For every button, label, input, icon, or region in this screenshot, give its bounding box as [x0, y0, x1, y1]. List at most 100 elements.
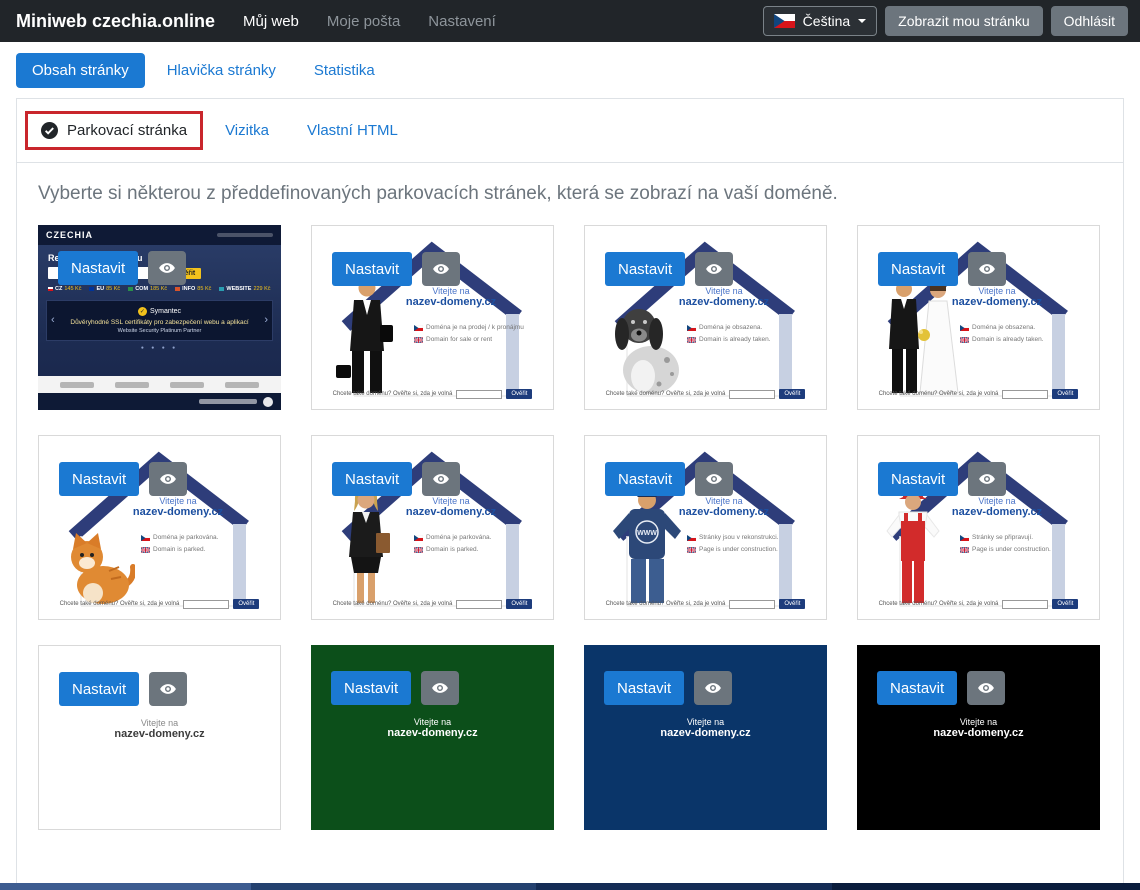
nastavit-button[interactable]: Nastavit [878, 462, 958, 496]
preview-eye-button[interactable] [968, 462, 1006, 496]
partner-logo-placeholder [225, 382, 259, 388]
card-actions: Nastavit [878, 252, 1006, 286]
welcome-line: Vitejte na [311, 717, 554, 727]
website-footer [38, 393, 281, 410]
domain-name: nazev-domeny.cz [376, 296, 526, 308]
status-text-cz: Stránky se připravují. [972, 534, 1033, 541]
primary-tabs: Obsah stránky Hlavička stránky Statistik… [0, 42, 1140, 98]
parking-template-card-3: Nastavit [584, 225, 827, 410]
nav-item-moje-posta[interactable]: Moje pošta [327, 13, 400, 30]
com-mini-icon [128, 287, 133, 291]
cz-flag-mini-icon [687, 325, 696, 331]
language-selector-button[interactable]: Čeština [763, 6, 877, 36]
uk-flag-mini-icon [687, 547, 696, 553]
partner-logo-placeholder [60, 382, 94, 388]
status-line-en: Page is under construction. [687, 546, 778, 553]
preview-eye-button[interactable] [421, 671, 459, 705]
nastavit-button[interactable]: Nastavit [605, 252, 685, 286]
status-text-en: Page is under construction. [972, 546, 1051, 553]
mini-domain-input [1002, 390, 1048, 399]
mini-verify-button: Ověřit [779, 599, 805, 609]
secondary-tabs: Parkovací stránka Vizitka Vlastní HTML [17, 99, 1123, 163]
parking-template-card-1: Nastavit CZECHIA Registrujte si doménu O… [38, 225, 281, 410]
domain-name: nazev-domeny.cz [922, 296, 1072, 308]
tab-statistika[interactable]: Statistika [298, 53, 391, 88]
status-line-en: Domain is parked. [414, 546, 478, 553]
cz-flag-mini-icon [960, 325, 969, 331]
partner-logos-strip [38, 376, 281, 393]
website-mini-icon [219, 287, 224, 291]
domain-check-line: Chcete také doménu? Ověřte si, zda je vo… [39, 599, 280, 609]
content-panel: Parkovací stránka Vizitka Vlastní HTML V… [16, 98, 1124, 890]
check-question-text: Chcete také doménu? Ověřte si, zda je vo… [60, 601, 180, 607]
nastavit-button[interactable]: Nastavit [59, 462, 139, 496]
tab-hlavicka-stranky[interactable]: Hlavička stránky [151, 53, 292, 88]
top-right-actions: Čeština Zobrazit mou stránku Odhlásit [763, 6, 1128, 36]
welcome-text: Vitejte na nazev-domeny.cz [649, 496, 799, 518]
preview-eye-button[interactable] [422, 252, 460, 286]
caret-down-icon [858, 19, 866, 23]
price-item: INFO85 Kč [175, 286, 211, 292]
tab-vizitka[interactable]: Vizitka [209, 112, 285, 149]
tab-obsah-stranky[interactable]: Obsah stránky [16, 53, 145, 88]
parking-template-card-4: Nastavit [857, 225, 1100, 410]
mini-verify-button: Ověřit [506, 599, 532, 609]
preview-eye-button[interactable] [968, 252, 1006, 286]
nastavit-button[interactable]: Nastavit [605, 462, 685, 496]
view-my-site-button[interactable]: Zobrazit mou stránku [885, 6, 1043, 36]
welcome-text: Vitejte na nazev-domeny.cz [922, 496, 1072, 518]
status-lines: Doména je obsazena. Domain is already ta… [922, 324, 1082, 343]
nastavit-button[interactable]: Nastavit [877, 671, 957, 705]
ssl-banner: ‹ ✓ Symantec Důvěryhodné SSL certifikáty… [46, 300, 273, 341]
nastavit-button[interactable]: Nastavit [332, 462, 412, 496]
ssl-banner-content: ✓ Symantec Důvěryhodné SSL certifikáty p… [59, 307, 261, 334]
welcome-line: Vitejte na [649, 496, 799, 506]
nav-item-muj-web[interactable]: Můj web [243, 13, 299, 30]
preview-eye-button[interactable] [422, 462, 460, 496]
nastavit-button[interactable]: Nastavit [332, 252, 412, 286]
nastavit-button[interactable]: Nastavit [331, 671, 411, 705]
mini-domain-input [456, 600, 502, 609]
uk-flag-mini-icon [141, 547, 150, 553]
status-lines: Doména je parkována. Domain is parked. [376, 534, 536, 553]
logout-button[interactable]: Odhlásit [1051, 6, 1128, 36]
welcome-line: Vitejte na [39, 718, 280, 728]
top-navbar: Miniweb czechia.online Můj web Moje pošt… [0, 0, 1140, 42]
welcome-line: Vitejte na [376, 286, 526, 296]
chevron-left-icon: ‹ [51, 315, 55, 326]
domain-check-line: Chcete také doménu? Ověřte si, zda je vo… [312, 389, 553, 399]
eu-flag-mini-icon [89, 287, 94, 291]
mini-domain-input [183, 600, 229, 609]
cz-flag-mini-icon [141, 535, 150, 541]
parking-template-card-8: Nastavit [857, 435, 1100, 620]
preview-eye-button[interactable] [695, 252, 733, 286]
status-text-en: Domain is parked. [426, 546, 478, 553]
welcome-text: Vitejte na nazev-domeny.cz [376, 286, 526, 308]
domain-check-line: Chcete také doménu? Ověřte si, zda je vo… [585, 599, 826, 609]
preview-eye-button[interactable] [967, 671, 1005, 705]
preview-eye-button[interactable] [695, 462, 733, 496]
welcome-text: Vitejte na nazev-domeny.cz [857, 717, 1100, 739]
preview-eye-button[interactable] [694, 671, 732, 705]
nastavit-button[interactable]: Nastavit [58, 251, 138, 285]
uk-flag-mini-icon [960, 337, 969, 343]
card-actions: Nastavit [877, 671, 1005, 705]
preview-eye-button[interactable] [149, 672, 187, 706]
status-line-cz: Doména je na prodej / k pronájmu [414, 324, 524, 331]
uk-flag-mini-icon [414, 337, 423, 343]
status-line-cz: Stránky jsou v rekonstrukci. [687, 534, 778, 541]
nastavit-button[interactable]: Nastavit [604, 671, 684, 705]
nastavit-button[interactable]: Nastavit [878, 252, 958, 286]
info-mini-icon [175, 287, 180, 291]
preview-eye-button[interactable] [148, 251, 186, 285]
tab-parkovaci-stranka-highlighted[interactable]: Parkovací stránka [25, 111, 203, 150]
nav-item-nastaveni[interactable]: Nastavení [428, 13, 496, 30]
price-item: EU85 Kč [89, 286, 120, 292]
domain-name: nazev-domeny.cz [649, 296, 799, 308]
nastavit-button[interactable]: Nastavit [59, 672, 139, 706]
check-question-text: Chcete také doménu? Ověřte si, zda je vo… [879, 601, 999, 607]
card-actions: Nastavit [58, 251, 186, 285]
status-line-cz: Doména je parkována. [414, 534, 491, 541]
tab-vlastni-html[interactable]: Vlastní HTML [291, 112, 414, 149]
preview-eye-button[interactable] [149, 462, 187, 496]
